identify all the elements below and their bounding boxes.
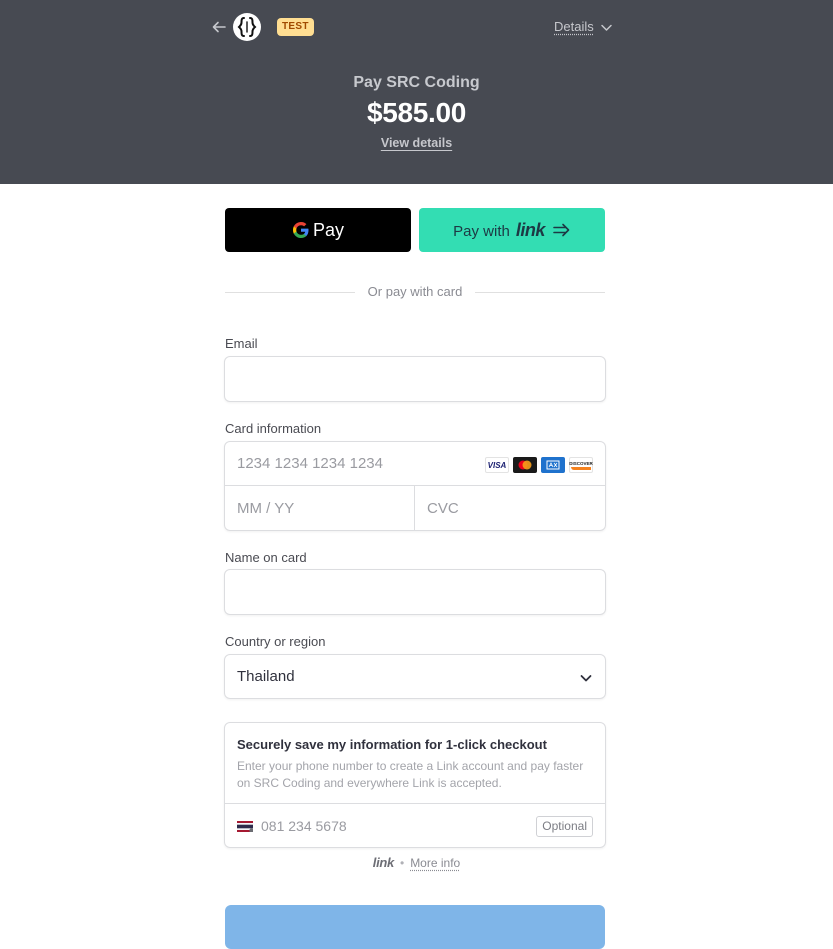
name-on-card-input[interactable] [225, 570, 605, 614]
link-logo-small: link [373, 855, 394, 870]
view-details-row: View details [0, 136, 833, 150]
country-select[interactable]: Thailand [224, 654, 606, 699]
save-info-description: Enter your phone number to create a Link… [237, 758, 587, 792]
or-divider: Or pay with card [225, 284, 605, 300]
view-details-link[interactable]: View details [381, 136, 452, 150]
country-label: Country or region [225, 634, 325, 649]
email-input[interactable] [225, 357, 605, 401]
email-label: Email [225, 336, 258, 351]
discover-text: DISCOVER [569, 461, 593, 466]
google-pay-label: Pay [313, 220, 344, 241]
checkout-header: TEST Details Pay SRC Coding $585.00 View… [0, 0, 833, 184]
cvc-input[interactable] [415, 486, 605, 530]
card-number-row: VISA DISCOVER [225, 442, 605, 486]
pay-with-link-button[interactable]: Pay with link [419, 208, 605, 252]
name-on-card-label: Name on card [225, 550, 307, 565]
card-information-group: VISA DISCOVER [224, 441, 606, 531]
mastercard-icon [513, 457, 537, 473]
test-mode-badge: TEST [277, 18, 314, 36]
expiry-input[interactable] [225, 486, 414, 530]
link-logo-text: link [516, 220, 545, 241]
pay-with-link-prefix: Pay with [453, 223, 510, 240]
merchant-name: Pay SRC Coding [0, 74, 833, 92]
details-toggle[interactable]: Details [554, 19, 594, 34]
divider-line-right [475, 292, 605, 293]
double-arrow-right-icon [553, 223, 571, 237]
expiry-cell [225, 486, 415, 530]
braces-logo-icon [237, 16, 257, 38]
phone-input[interactable] [255, 804, 525, 848]
country-value: Thailand [237, 668, 295, 685]
visa-icon: VISA [485, 457, 509, 473]
phone-row: Optional [225, 803, 605, 847]
optional-badge: Optional [536, 816, 593, 837]
name-field-wrapper [224, 569, 606, 615]
link-footer: link • More info [0, 855, 833, 870]
save-info-title: Securely save my information for 1-click… [237, 737, 547, 752]
card-brands: VISA DISCOVER [485, 457, 593, 473]
link-save-info-box: Securely save my information for 1-click… [224, 722, 606, 848]
google-g-icon [292, 221, 310, 239]
footer-separator: • [400, 856, 404, 870]
merchant-logo [233, 13, 261, 41]
back-arrow-icon[interactable] [210, 18, 228, 36]
cvc-cell [415, 486, 605, 530]
chevron-down-icon[interactable] [600, 21, 613, 34]
thailand-flag-icon[interactable] [237, 821, 253, 832]
card-information-label: Card information [225, 421, 321, 436]
chevron-down-icon [579, 671, 593, 685]
pay-button[interactable] [225, 905, 605, 949]
amex-icon [541, 457, 565, 473]
discover-icon: DISCOVER [569, 457, 593, 473]
total-amount: $585.00 [0, 97, 833, 129]
more-info-link[interactable]: More info [410, 856, 460, 870]
email-field-wrapper [224, 356, 606, 402]
google-pay-button[interactable]: Pay [225, 208, 411, 252]
